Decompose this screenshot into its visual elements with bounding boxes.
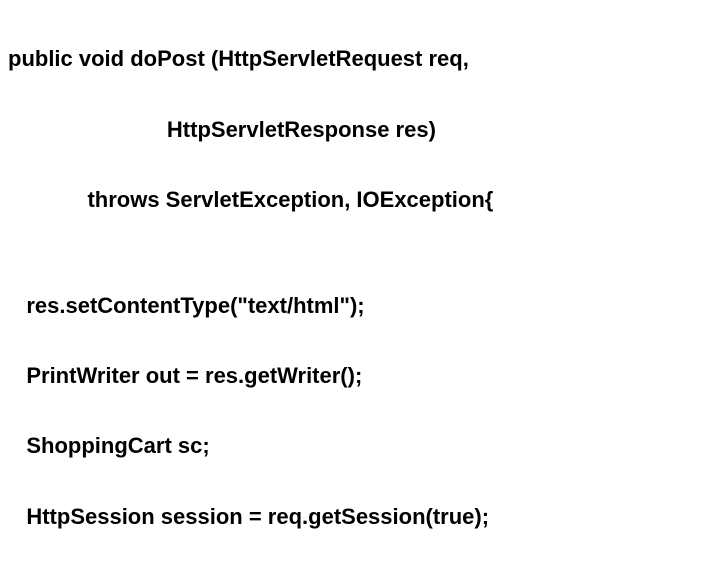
- code-line: ShoppingCart sc;: [8, 428, 720, 463]
- code-line: HttpSession session = req.getSession(tru…: [8, 499, 720, 534]
- code-line: throws ServletException, IOException{: [8, 182, 720, 217]
- code-line: res.setContentType("text/html");: [8, 288, 720, 323]
- code-line: HttpServletResponse res): [8, 112, 720, 147]
- code-block: public void doPost (HttpServletRequest r…: [0, 0, 720, 569]
- code-line: PrintWriter out = res.getWriter();: [8, 358, 720, 393]
- code-line: public void doPost (HttpServletRequest r…: [8, 41, 720, 76]
